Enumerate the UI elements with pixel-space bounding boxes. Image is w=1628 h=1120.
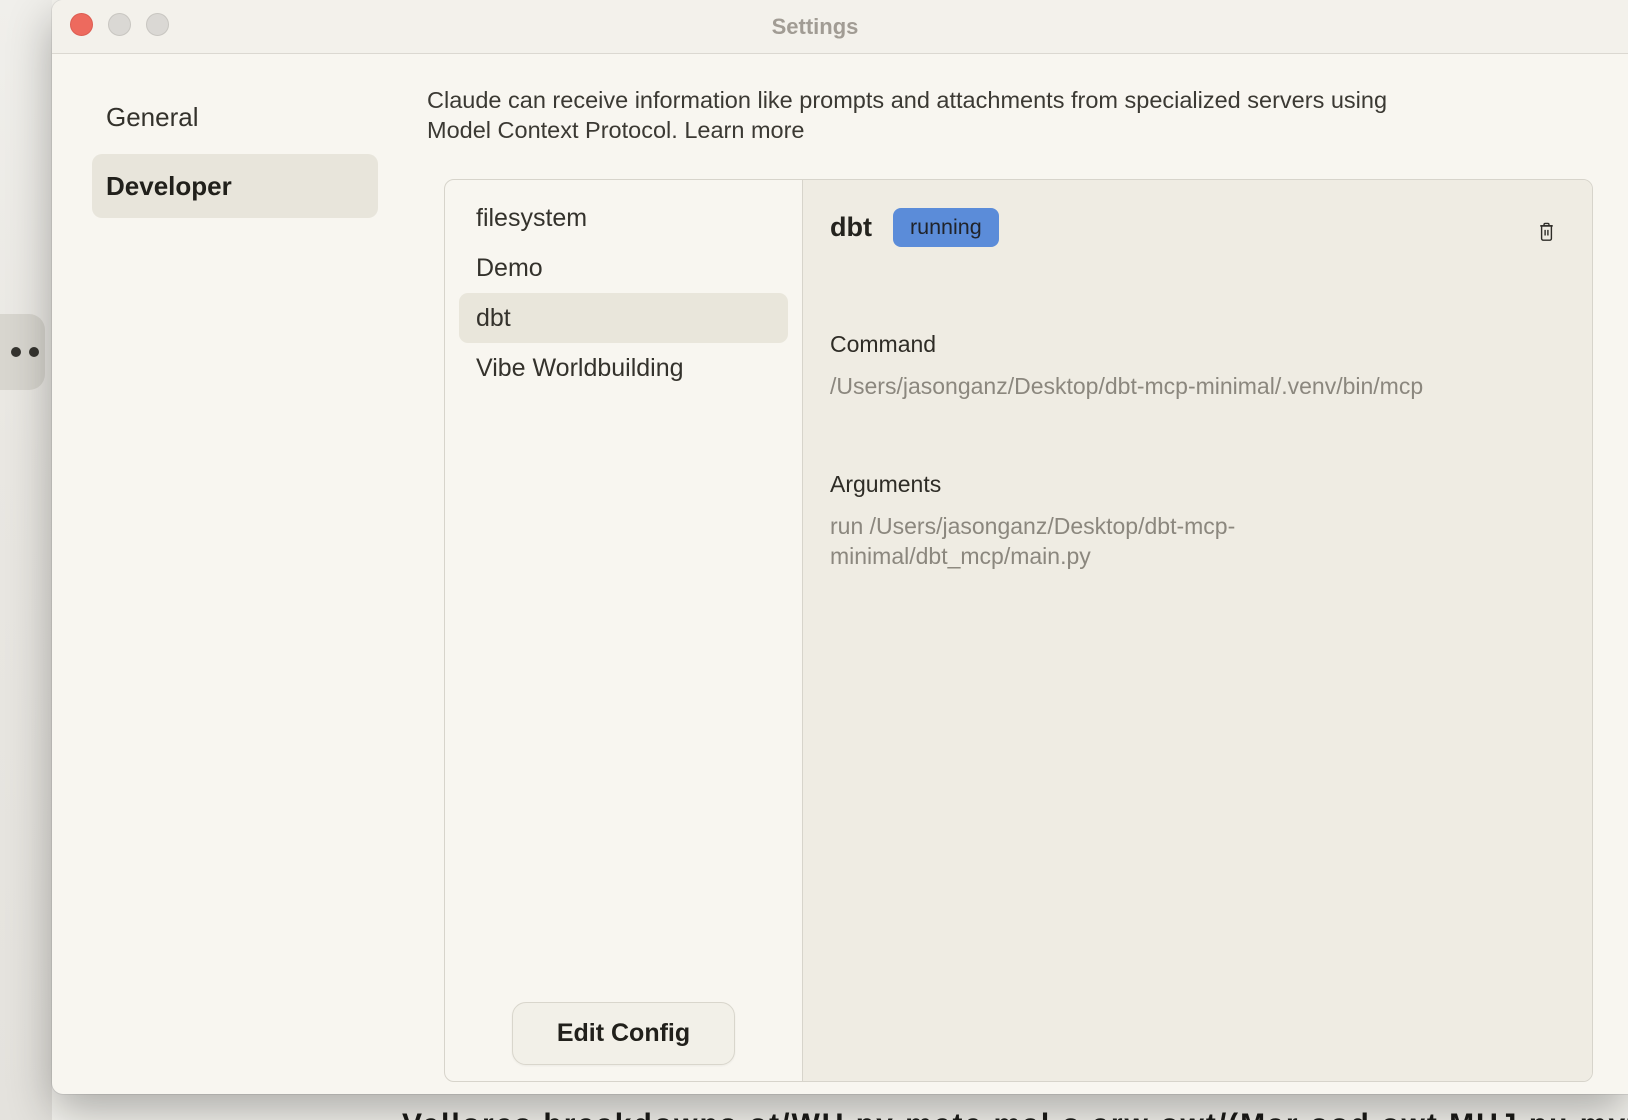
command-value: /Users/jasonganz/Desktop/dbt-mcp-minimal… <box>830 371 1559 401</box>
delete-server-button[interactable] <box>1533 219 1559 245</box>
background-clipped-text: Vellores breakdowns ot/WU py mete mal o … <box>402 1111 1628 1120</box>
settings-window: Settings General Developer Claude can re… <box>52 0 1628 1094</box>
server-list: filesystem Demo dbt Vibe Worldbuilding E… <box>445 180 803 1081</box>
description-line: Claude can receive information like prom… <box>427 85 1628 115</box>
trash-icon <box>1536 220 1557 244</box>
server-item-demo[interactable]: Demo <box>459 243 788 293</box>
server-item-vibe-worldbuilding[interactable]: Vibe Worldbuilding <box>459 343 788 393</box>
section-label: Command <box>830 331 1559 358</box>
sidebar-item-developer[interactable]: Developer <box>92 154 378 218</box>
learn-more-link[interactable]: Learn more <box>684 117 804 143</box>
server-item-label: Vibe Worldbuilding <box>476 354 684 383</box>
server-item-label: Demo <box>476 254 543 283</box>
status-badge: running <box>893 208 999 247</box>
zoom-button[interactable] <box>146 13 169 36</box>
section-label: Arguments <box>830 471 1559 498</box>
mcp-servers-panel: filesystem Demo dbt Vibe Worldbuilding E… <box>444 179 1593 1082</box>
server-name: dbt <box>830 212 872 243</box>
server-item-filesystem[interactable]: filesystem <box>459 193 788 243</box>
dot-icon <box>29 347 39 357</box>
settings-content: General Developer Claude can receive inf… <box>52 54 1628 1093</box>
command-section: Command /Users/jasonganz/Desktop/dbt-mcp… <box>830 331 1559 401</box>
server-item-label: filesystem <box>476 204 587 233</box>
server-item-dbt[interactable]: dbt <box>459 293 788 343</box>
server-detail-header: dbt running <box>830 208 1559 247</box>
window-title: Settings <box>772 14 909 40</box>
mcp-description: Claude can receive information like prom… <box>427 85 1628 145</box>
dot-icon <box>11 347 21 357</box>
titlebar[interactable]: Settings <box>52 0 1628 54</box>
server-detail: dbt running Command <box>803 180 1592 1081</box>
arguments-section: Arguments run /Users/jasonganz/Desktop/d… <box>830 471 1559 571</box>
arguments-value: run /Users/jasonganz/Desktop/dbt-mcp-min… <box>830 511 1310 571</box>
sidebar-item-label: General <box>106 102 199 133</box>
minimize-button[interactable] <box>108 13 131 36</box>
background-app-strip <box>0 0 52 1120</box>
background-dots-handle[interactable] <box>0 314 45 390</box>
server-item-label: dbt <box>476 304 511 333</box>
settings-sidebar: General Developer <box>52 54 427 1093</box>
sidebar-item-label: Developer <box>106 171 232 202</box>
traffic-lights <box>70 13 169 36</box>
close-button[interactable] <box>70 13 93 36</box>
edit-config-button[interactable]: Edit Config <box>512 1002 735 1065</box>
sidebar-item-general[interactable]: General <box>92 95 378 139</box>
description-line: Model Context Protocol. Learn more <box>427 115 1628 145</box>
developer-pane: Claude can receive information like prom… <box>427 54 1628 1093</box>
